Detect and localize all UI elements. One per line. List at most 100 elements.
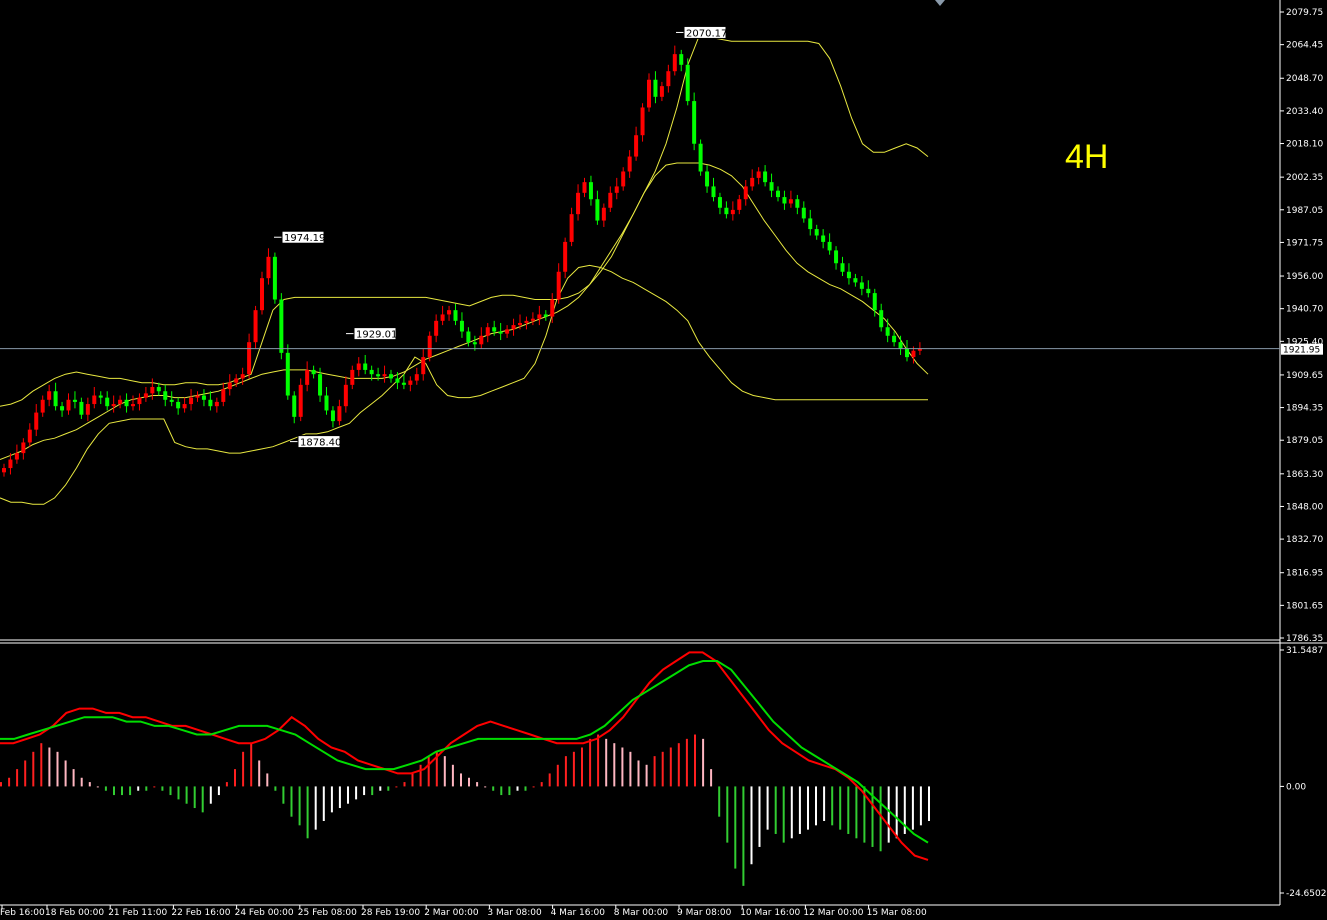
- macd-histogram-bar: [516, 786, 519, 791]
- macd-histogram-bar: [669, 747, 672, 787]
- candle-body: [66, 399, 71, 411]
- candle-body: [182, 404, 187, 409]
- time-tick-label: Feb 16:00: [0, 908, 45, 918]
- candle-body: [485, 327, 490, 336]
- candle-body: [34, 412, 39, 430]
- macd-histogram-bar: [80, 777, 83, 787]
- macd-histogram-bar: [508, 786, 511, 796]
- candle-body: [369, 369, 374, 375]
- current-price-label: 1921.95: [1283, 346, 1320, 356]
- candle-body: [40, 399, 45, 413]
- candle-body: [795, 199, 800, 208]
- candle-body: [776, 190, 780, 198]
- macd-histogram-bar: [621, 747, 624, 787]
- candle-body: [459, 320, 464, 332]
- macd-histogram-bar: [56, 751, 59, 787]
- candle-body: [176, 401, 181, 409]
- macd-histogram-bar: [661, 751, 664, 787]
- time-tick-label: 4 Mar 16:00: [551, 908, 606, 918]
- price-chart[interactable]: 2079.75 2064.45 2048.70 2033.40 2018.10 2002.…: [0, 0, 1327, 920]
- candle-body: [440, 314, 445, 321]
- macd-histogram-bar: [419, 764, 422, 787]
- candle-body: [305, 369, 310, 385]
- macd-histogram-bar: [460, 773, 462, 787]
- macd-histogram-bar: [782, 786, 785, 843]
- macd-histogram-bar: [451, 764, 454, 787]
- candle-body: [892, 335, 897, 343]
- macd-histogram-bar: [121, 786, 123, 796]
- timeframe-label: 4H: [1065, 138, 1108, 176]
- macd-histogram-bar: [104, 786, 107, 791]
- macd-histogram-bar: [807, 786, 809, 830]
- candle-body: [434, 320, 439, 336]
- macd-histogram-bar: [589, 738, 592, 787]
- candle-body: [576, 192, 581, 215]
- macd-histogram-bar: [209, 786, 212, 804]
- macd-histogram-bar: [355, 786, 358, 800]
- candle-body: [666, 71, 671, 87]
- candle-body: [505, 329, 510, 334]
- macd-histogram-bar: [48, 747, 51, 787]
- candle-body: [808, 218, 813, 230]
- time-tick-label: 22 Feb 16:00: [171, 908, 230, 918]
- macd-histogram-bar: [750, 786, 753, 865]
- macd-histogram-bar: [581, 747, 583, 787]
- macd-histogram-bar: [411, 773, 414, 787]
- candle-body: [227, 382, 232, 390]
- candle-body: [382, 374, 387, 377]
- macd-histogram-bar: [823, 786, 826, 822]
- candle-body: [272, 256, 277, 300]
- candle-body: [582, 182, 587, 193]
- candle-body: [730, 209, 735, 215]
- macd-histogram-bar: [887, 786, 890, 843]
- candle-body: [530, 318, 535, 321]
- candle-body: [356, 363, 361, 370]
- macd-histogram-bar: [443, 756, 446, 787]
- macd-histogram-bar: [758, 786, 761, 847]
- macd-histogram-bar: [815, 786, 817, 826]
- candle-body: [634, 135, 639, 157]
- macd-histogram-bar: [726, 786, 729, 843]
- candle-body: [834, 250, 839, 264]
- macd-histogram-bar: [306, 786, 309, 839]
- candle-body: [814, 229, 819, 236]
- price-callout: 1878.40: [290, 435, 341, 449]
- macd-histogram-bar: [476, 782, 479, 787]
- candle-body: [163, 391, 168, 400]
- macd-histogram-bar: [911, 786, 914, 830]
- candle-body: [324, 395, 329, 411]
- price-tick-label: 1863.30: [1286, 470, 1323, 480]
- macd-histogram-bar: [363, 786, 366, 796]
- macd-histogram-bar: [32, 751, 35, 787]
- macd-histogram-bar: [645, 764, 648, 787]
- macd-histogram-bar: [266, 773, 269, 787]
- candle-body: [743, 186, 748, 200]
- macd-histogram-bar: [427, 756, 430, 787]
- macd-histogram-bar: [169, 786, 172, 796]
- candle-body: [350, 369, 355, 385]
- candle-body: [21, 442, 26, 454]
- candle-body: [614, 186, 619, 193]
- candle-body: [401, 382, 406, 385]
- candle-body: [821, 235, 826, 242]
- macd-histogram-bar: [113, 786, 115, 796]
- price-tick-label: 1987.05: [1286, 206, 1323, 216]
- price-tick-label: 1971.75: [1286, 238, 1323, 248]
- macd-histogram-bar: [694, 734, 696, 787]
- macd-histogram-bar: [629, 751, 632, 787]
- candle-body: [260, 278, 264, 311]
- time-tick-label: 28 Feb 19:00: [361, 908, 420, 918]
- candle-body: [672, 54, 677, 72]
- price-tick-label: 1909.65: [1286, 371, 1323, 381]
- candle-body: [756, 171, 761, 178]
- time-tick-label: 15 Mar 08:00: [867, 908, 927, 918]
- candle-body: [253, 310, 258, 343]
- candle-body: [569, 214, 574, 242]
- macd-histogram-bar: [258, 760, 261, 787]
- candle-body: [118, 399, 123, 405]
- price-tick-label: 2002.35: [1286, 173, 1323, 183]
- candle-body: [453, 310, 458, 321]
- macd-histogram-bar: [338, 786, 341, 809]
- candle-body: [408, 380, 413, 385]
- candle-body: [885, 327, 890, 336]
